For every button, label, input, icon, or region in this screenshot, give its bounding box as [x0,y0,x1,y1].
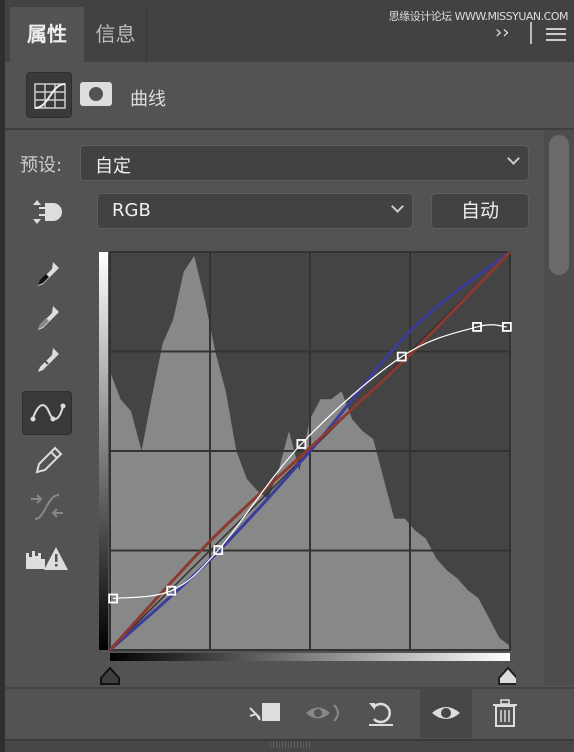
preset-dropdown[interactable]: 自定 [80,145,529,181]
output-gradient-bar [99,252,108,650]
reset-icon[interactable] [366,697,396,729]
smooth-curve-icon[interactable] [22,484,72,528]
white-point-eyedropper-icon[interactable] [22,338,72,382]
clipping-warning-icon[interactable] [22,536,72,580]
clip-to-layer-icon[interactable] [246,697,284,729]
white-point-slider[interactable] [498,666,516,685]
channel-dropdown[interactable]: RGB [97,193,413,229]
gray-point-eyedropper-icon[interactable] [22,296,72,340]
bottom-toolbar [5,687,574,739]
curve-points-icon[interactable] [22,391,72,435]
collapse-panel-icon[interactable]: ›› [495,22,509,43]
chevron-down-icon [391,200,404,213]
pencil-icon[interactable] [22,438,72,482]
panel-tab-bar: 属性 信息 思缘设计论坛 WWW.MISSYUAN.COM ›› [0,0,574,62]
curves-adjustment-icon[interactable] [26,72,72,118]
tab-properties[interactable]: 属性 [10,7,84,62]
curves-graph[interactable] [96,248,516,688]
adjustment-title: 曲线 [130,89,166,110]
layer-mask-icon[interactable] [80,82,112,106]
panel-edge [0,62,5,752]
watermark: 思缘设计论坛 WWW.MISSYUAN.COM [388,10,569,23]
resize-grip[interactable] [270,741,310,748]
preset-label: 预设: [20,155,63,176]
channel-value: RGB [112,200,151,221]
view-previous-state-icon[interactable] [304,697,344,729]
black-point-slider[interactable] [100,666,120,685]
black-point-eyedropper-icon[interactable] [22,252,72,296]
delete-icon[interactable] [490,697,520,729]
tab-info[interactable]: 信息 [85,7,147,62]
auto-button[interactable]: 自动 [431,193,529,229]
input-gradient-bar [110,653,510,661]
preset-value: 自定 [95,156,131,177]
chevron-down-icon [507,152,520,165]
divider [5,128,574,130]
divider [530,22,532,44]
on-image-adjust-icon[interactable] [22,190,72,234]
visibility-eye-icon[interactable] [430,697,462,729]
scrollbar-thumb[interactable] [549,135,569,275]
panel-menu-icon[interactable] [546,28,566,41]
